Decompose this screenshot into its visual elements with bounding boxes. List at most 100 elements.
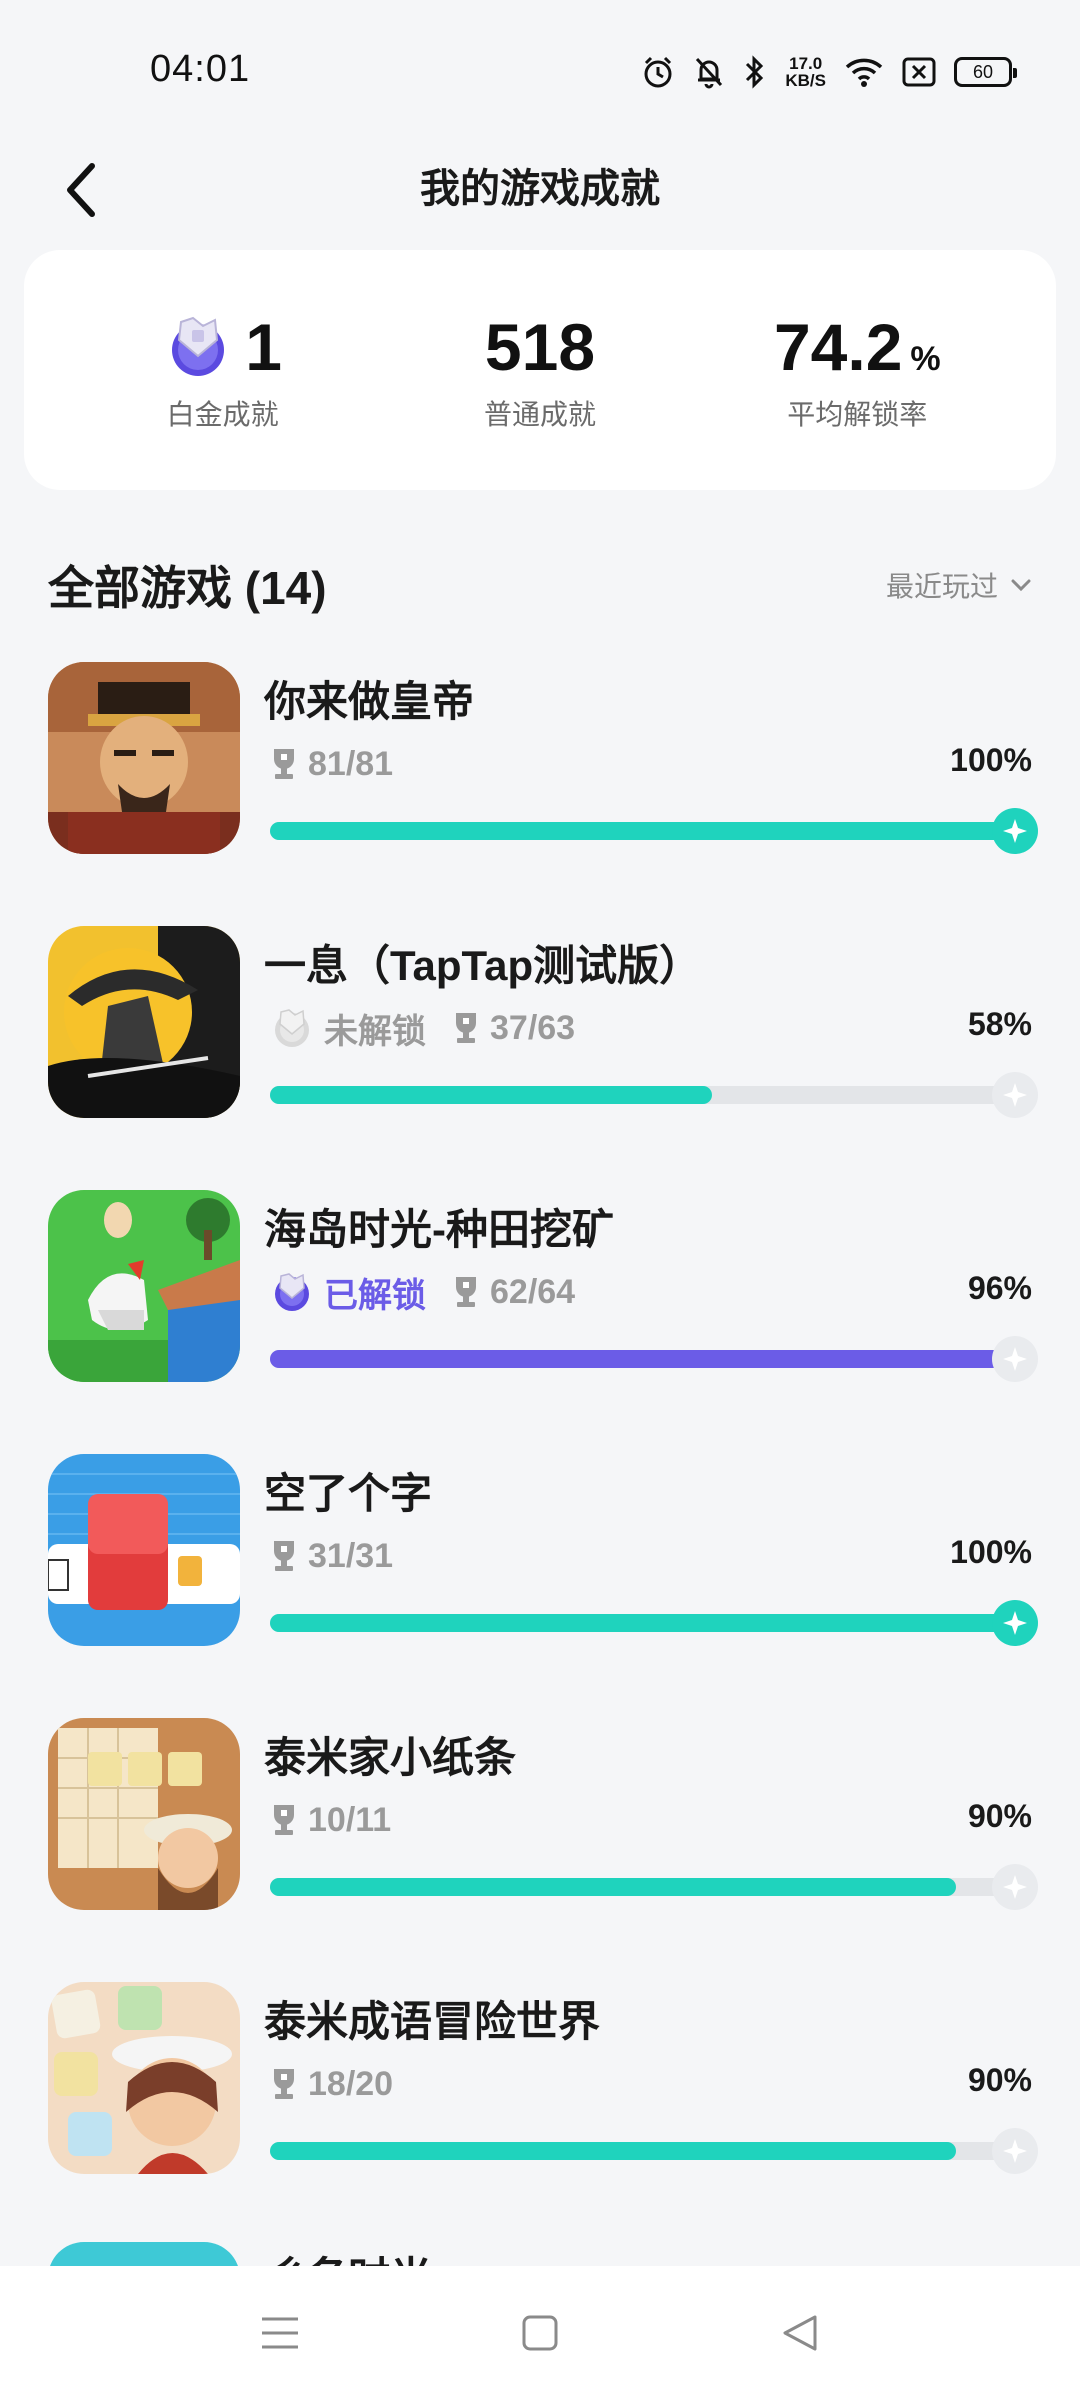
- trophy-group: 10/11: [270, 1801, 391, 1840]
- progress-end-star: [992, 2128, 1038, 2174]
- platinum-badge-icon: [172, 316, 225, 376]
- game-item[interactable]: 空了个字 31/31 100%: [0, 1442, 1080, 1706]
- progress-end-star: [992, 1864, 1038, 1910]
- progress-bar: [270, 2128, 1038, 2174]
- game-thumbnail-yixi: [48, 926, 240, 1118]
- game-meta: 10/11: [270, 1798, 391, 1842]
- progress-end-star: [992, 808, 1038, 854]
- stat-unlock-rate[interactable]: 74.2 % 平均解锁率: [707, 307, 1007, 433]
- trophy-icon: [274, 1541, 294, 1571]
- game-name: 空了个字: [264, 1470, 433, 1517]
- game-item[interactable]: 你来做皇帝 81/81 100%: [0, 650, 1080, 914]
- progress-fill: [270, 1878, 956, 1896]
- game-item[interactable]: 海岛时光-种田挖矿 已解锁 62/64 96%: [0, 1178, 1080, 1442]
- trophy-icon: [456, 1277, 476, 1307]
- nav-menu-button[interactable]: [240, 2293, 320, 2373]
- game-meta: 已解锁 62/64: [270, 1270, 575, 1315]
- trophy-icon: [456, 1013, 476, 1043]
- progress-end-star: [992, 1336, 1038, 1382]
- game-meta: 18/20: [270, 2062, 393, 2106]
- game-name: 泰米家小纸条: [264, 1734, 517, 1781]
- game-name: 一息（TapTap测试版）: [264, 942, 702, 989]
- progress-bar: [270, 1072, 1038, 1118]
- star-icon: [1003, 1083, 1027, 1107]
- platinum-status: 未解锁: [324, 1012, 426, 1051]
- game-item[interactable]: 一息（TapTap测试版） 未解锁 37/63 58%: [0, 914, 1080, 1178]
- alarm-icon: [644, 56, 672, 88]
- progress-fill: [270, 1614, 1032, 1632]
- progress-fill: [270, 822, 1032, 840]
- sort-label: 最近玩过: [885, 571, 998, 602]
- trophy-group: 31/31: [270, 1537, 393, 1576]
- trophy-group: 37/63: [452, 1009, 575, 1048]
- summary-card: 1 白金成就 518 普通成就 74.2 % 平均解锁率: [24, 250, 1056, 490]
- game-item[interactable]: 泰米成语冒险世界 18/20 90%: [0, 1970, 1080, 2234]
- stat-normal[interactable]: 518 普通成就: [390, 307, 690, 433]
- game-percent: 90%: [967, 1798, 1032, 1834]
- square-icon: [522, 2315, 558, 2351]
- star-icon: [1003, 819, 1027, 843]
- trophy-group: 62/64: [452, 1273, 575, 1312]
- net-speed-unit: KB/S: [785, 71, 826, 90]
- stat-platinum[interactable]: 1 白金成就: [73, 307, 373, 433]
- game-thumbnail-partial: [48, 2242, 240, 2266]
- progress-end-star: [992, 1600, 1038, 1646]
- menu-icon: [262, 2317, 298, 2349]
- star-icon: [1003, 1875, 1027, 1899]
- star-icon: [1003, 2139, 1027, 2163]
- progress-bar: [270, 1336, 1038, 1382]
- progress-bar: [270, 1600, 1038, 1646]
- nav-back-button[interactable]: [760, 2293, 840, 2373]
- trophy-count: 62/64: [490, 1272, 576, 1311]
- game-item[interactable]: 泰米家小纸条 10/11 90%: [0, 1706, 1080, 1970]
- trophy-count: 18/20: [308, 2064, 394, 2103]
- system-nav-bar: [0, 2266, 1080, 2400]
- trophy-group: 81/81: [270, 745, 393, 784]
- trophy-icon: [274, 749, 294, 779]
- net-speed: 17.0 KB/S: [785, 55, 826, 89]
- platinum-status: 已解锁: [324, 1276, 426, 1315]
- notes-thumbnail-art: [48, 1718, 240, 1910]
- game-thumbnail-idiom: [48, 1982, 240, 2174]
- progress-end-star: [992, 1072, 1038, 1118]
- normal-count: 518: [484, 310, 596, 384]
- trophy-group: 18/20: [270, 2065, 393, 2104]
- platinum-badge-icon: [275, 1009, 309, 1047]
- game-thumbnail-notes: [48, 1718, 240, 1910]
- game-name-partial: ㄔ名时光: [264, 2244, 432, 2266]
- game-percent: 90%: [967, 2062, 1032, 2098]
- game-thumbnail-emperor: [48, 662, 240, 854]
- sort-dropdown[interactable]: 最近玩过: [886, 565, 1032, 605]
- word-thumbnail-art: [48, 1454, 240, 1646]
- section-title: 全部游戏 (14): [48, 562, 327, 614]
- emperor-thumbnail-art: [48, 662, 240, 854]
- game-thumbnail-word: [48, 1454, 240, 1646]
- unlock-rate-label: 平均解锁率: [787, 399, 928, 430]
- game-name: 你来做皇帝: [264, 678, 475, 725]
- game-thumbnail-island: [48, 1190, 240, 1382]
- trophy-count: 10/11: [308, 1800, 392, 1839]
- page-title: 我的游戏成就: [420, 167, 660, 211]
- battery-indicator: 60: [954, 57, 1017, 87]
- game-item-partial[interactable]: ㄔ名时光: [0, 2230, 1080, 2266]
- game-meta: 31/31: [270, 1534, 393, 1578]
- chevron-down-icon: [1011, 579, 1031, 592]
- game-percent: 100%: [950, 1534, 1032, 1570]
- status-time: 04:01: [150, 48, 251, 90]
- game-name: 泰米成语冒险世界: [264, 1998, 601, 2045]
- unlock-rate-unit: %: [910, 340, 941, 378]
- nav-home-button[interactable]: [500, 2293, 580, 2373]
- game-name: 海岛时光-种田挖矿: [264, 1206, 614, 1253]
- status-bar: 04:01 17.0 KB/S 60: [0, 0, 1080, 140]
- sim-off-icon: [902, 57, 936, 87]
- trophy-count: 81/81: [308, 744, 394, 783]
- progress-fill: [270, 2142, 956, 2160]
- progress-fill: [270, 1086, 712, 1104]
- game-percent: 100%: [950, 742, 1032, 778]
- trophy-count: 31/31: [308, 1536, 394, 1575]
- platinum-label: 白金成就: [166, 399, 279, 430]
- bell-muted-icon: [696, 57, 723, 89]
- game-percent: 58%: [967, 1006, 1032, 1042]
- bluetooth-icon: [746, 55, 764, 89]
- section-header: 全部游戏 (14) 最近玩过: [48, 540, 1032, 630]
